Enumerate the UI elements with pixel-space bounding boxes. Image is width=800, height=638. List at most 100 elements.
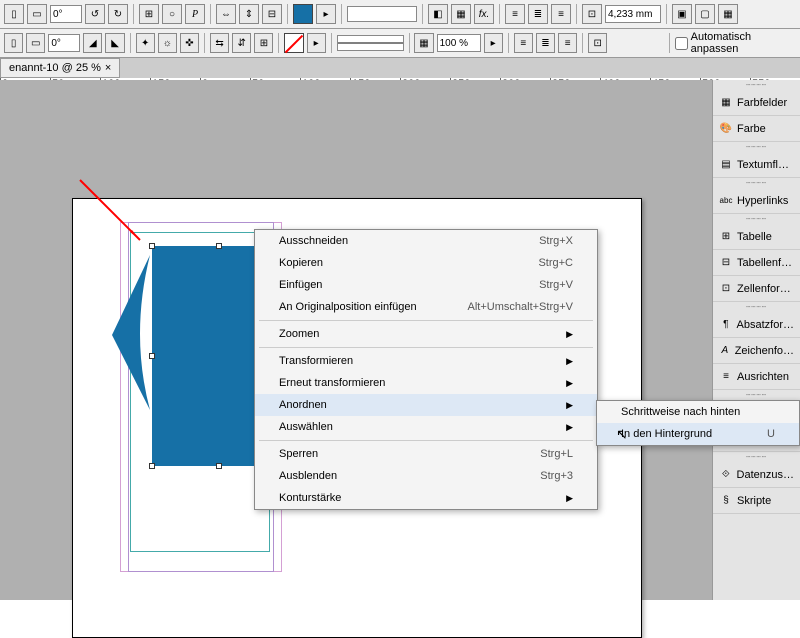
rotate-ccw-icon[interactable]: ↺ [85, 4, 105, 24]
ungroup-icon[interactable]: ⊟ [262, 4, 282, 24]
handle-w[interactable] [149, 353, 155, 359]
wrap-b2-icon[interactable]: ≣ [536, 33, 555, 53]
panel-table[interactable]: ⊞Tabelle [713, 224, 800, 250]
flip-h-icon[interactable]: ▯ [4, 4, 24, 24]
distribute-h-icon[interactable]: ⇔ [216, 4, 236, 24]
auto-fit-label: Automatisch anpassen [691, 31, 796, 55]
menu-transform[interactable]: Transformieren▶ [255, 350, 597, 372]
menu-retransform[interactable]: Erneut transformieren▶ [255, 372, 597, 394]
zoom-input[interactable] [437, 34, 481, 52]
flip-v2-icon[interactable]: ▭ [26, 33, 45, 53]
toolbar-row-2: ▯ ▭ ◢ ◣ ✦ ☼ ✜ ⇆ ⇵ ⊞ ▸ ▦ ▸ ≡ ≣ ≡ ⊡ Automa… [0, 29, 800, 58]
panel-tableformat[interactable]: ⊟ Tabellenf… [713, 250, 800, 276]
menu-label: Ausschneiden [279, 235, 348, 247]
panel-label: Farbe [737, 123, 766, 135]
palette-icon: 🎨 [719, 122, 733, 136]
opacity-icon[interactable]: ◧ [428, 4, 448, 24]
fx-label[interactable]: fx. [474, 4, 494, 24]
panel-swatches[interactable]: ▦Farbfelder [713, 90, 800, 116]
wrap-left-icon[interactable]: ≡ [505, 4, 525, 24]
type-icon[interactable]: P [185, 4, 205, 24]
star-icon[interactable]: ✦ [136, 33, 155, 53]
fit-icon-1[interactable]: ▣ [672, 4, 692, 24]
blend-icon[interactable]: ▦ [451, 4, 471, 24]
panel-align[interactable]: ≡Ausrichten [713, 364, 800, 390]
panel-label: Tabelle [737, 231, 772, 243]
panel-color[interactable]: 🎨 Farbe [713, 116, 800, 142]
menu-paste[interactable]: EinfügenStrg+V [255, 274, 597, 296]
menu-paste-orig[interactable]: An Originalposition einfügenAlt+Umschalt… [255, 296, 597, 318]
cellfmt-icon: ⊡ [719, 282, 733, 296]
panel-label: Zeichenfo… [735, 345, 794, 357]
panel-label: Tabellenf… [737, 257, 792, 269]
menu-zoom[interactable]: Zoomen▶ [255, 323, 597, 345]
shear-input[interactable] [48, 34, 80, 52]
distribute-v-icon[interactable]: ⇕ [239, 4, 259, 24]
close-icon[interactable]: × [105, 62, 111, 74]
annotation-arrow [70, 170, 160, 260]
menu-hide[interactable]: AusblendenStrg+3 [255, 465, 597, 487]
panel-scripts[interactable]: §Skripte [713, 488, 800, 514]
circle-icon[interactable]: ○ [162, 4, 182, 24]
submenu-step-back[interactable]: Schrittweise nach hinten [597, 401, 799, 423]
stroke-swatch[interactable] [284, 33, 303, 53]
stroke-weight-selector[interactable] [337, 35, 404, 51]
point-icon[interactable]: ✜ [180, 33, 199, 53]
zoom-arrow-icon[interactable]: ▸ [484, 33, 503, 53]
fit-icon-3[interactable]: ▦ [718, 4, 738, 24]
document-tab-bar: enannt-10 @ 25 % × [0, 58, 800, 78]
measure-input[interactable] [605, 5, 661, 23]
wrap-center-icon[interactable]: ≣ [528, 4, 548, 24]
group-all-icon[interactable]: ⊞ [254, 33, 273, 53]
panel-datamerge[interactable]: ⟐Datenzus… [713, 462, 800, 488]
stroke-arrow-icon[interactable]: ▸ [307, 33, 326, 53]
menu-copy[interactable]: KopierenStrg+C [255, 252, 597, 274]
panel-label: Absatzfor… [737, 319, 794, 331]
fill-swatch[interactable] [293, 4, 313, 24]
grid-icon[interactable]: ⊞ [139, 4, 159, 24]
menu-select[interactable]: Auswählen▶ [255, 416, 597, 438]
panel-paraformat[interactable]: ¶ Absatzfor… [713, 312, 800, 338]
context-menu: AusschneidenStrg+X KopierenStrg+C Einfüg… [254, 229, 598, 510]
crop2-icon[interactable]: ⊡ [588, 33, 607, 53]
shear-l-icon[interactable]: ◢ [83, 33, 102, 53]
panel-cellformat[interactable]: ⊡ Zellenfor… [713, 276, 800, 302]
handle-n[interactable] [216, 243, 222, 249]
menu-arrange[interactable]: Anordnen▶ [255, 394, 597, 416]
flip-v-icon[interactable]: ▭ [27, 4, 47, 24]
auto-fit-input[interactable] [675, 37, 688, 50]
menu-cut[interactable]: AusschneidenStrg+X [255, 230, 597, 252]
align-icon: ≡ [719, 370, 733, 384]
menu-stroke[interactable]: Konturstärke▶ [255, 487, 597, 509]
panel-label: Zellenfor… [737, 283, 791, 295]
handle-sw[interactable] [149, 463, 155, 469]
swatch-arrow-icon[interactable]: ▸ [316, 4, 336, 24]
document-tab[interactable]: enannt-10 @ 25 % × [0, 58, 120, 78]
rotate-cw-icon[interactable]: ↻ [108, 4, 128, 24]
blue-triangle-shape[interactable] [100, 255, 160, 415]
shear-r-icon[interactable]: ◣ [105, 33, 124, 53]
menu-lock[interactable]: SperrenStrg+L [255, 443, 597, 465]
auto-fit-checkbox[interactable]: Automatisch anpassen [675, 31, 796, 55]
panel-textwrap[interactable]: ▤Textumfl… [713, 152, 800, 178]
group-h-icon[interactable]: ⇆ [210, 33, 229, 53]
char-icon: A [719, 344, 731, 358]
fit-icon-2[interactable]: ▢ [695, 4, 715, 24]
menu-label: Schrittweise nach hinten [621, 406, 740, 418]
panel-charformat[interactable]: A Zeichenfo… [713, 338, 800, 364]
tablefmt-icon: ⊟ [719, 256, 733, 270]
percent-icon[interactable]: ▦ [414, 33, 433, 53]
group-v-icon[interactable]: ⇵ [232, 33, 251, 53]
wrap-right-icon[interactable]: ≡ [551, 4, 571, 24]
crop-icon[interactable]: ⊡ [582, 4, 602, 24]
panel-hyperlinks[interactable]: abcHyperlinks [713, 188, 800, 214]
flip-h2-icon[interactable]: ▯ [4, 33, 23, 53]
handle-s[interactable] [216, 463, 222, 469]
rotation-input-1[interactable] [50, 5, 82, 23]
para-icon: ¶ [719, 318, 733, 332]
stroke-style-selector[interactable] [347, 6, 417, 22]
sun-icon[interactable]: ☼ [158, 33, 177, 53]
chevron-right-icon: ▶ [566, 493, 573, 504]
wrap-b3-icon[interactable]: ≡ [558, 33, 577, 53]
wrap-b1-icon[interactable]: ≡ [514, 33, 533, 53]
